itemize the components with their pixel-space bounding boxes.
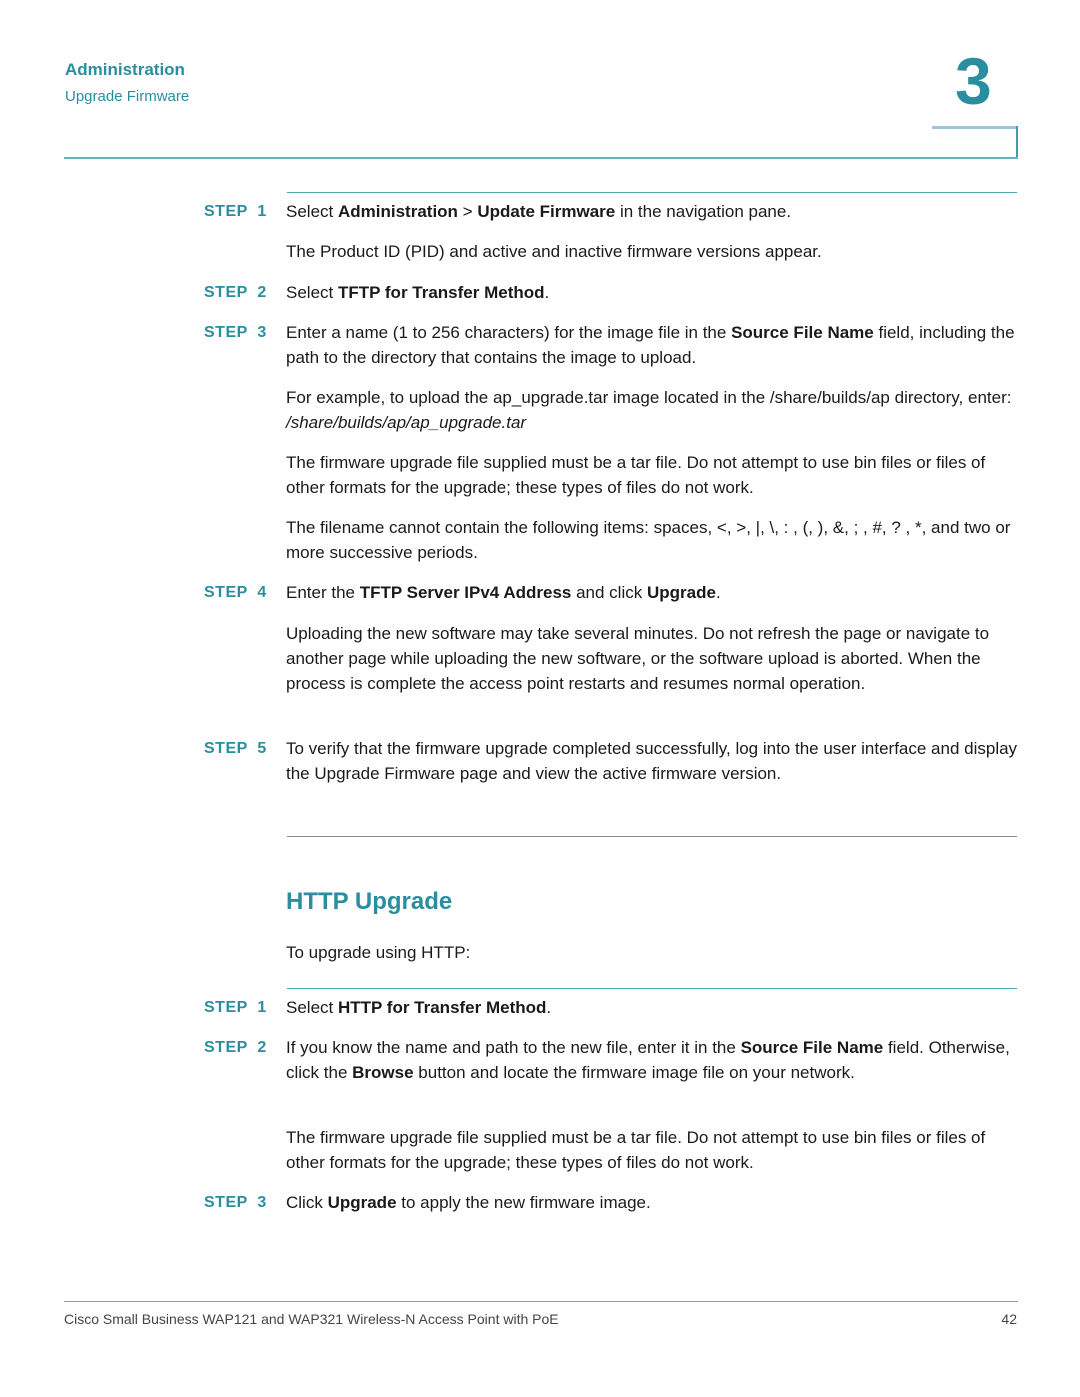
chapter-number: 3 xyxy=(955,44,992,118)
step-instruction: Select TFTP for Transfer Method. xyxy=(286,280,1021,305)
ui-term: TFTP for Transfer Method xyxy=(337,283,545,302)
chapter-box-top-border xyxy=(932,126,1018,129)
ui-term: Update Firmware xyxy=(477,202,616,221)
step-note: The filename cannot contain the followin… xyxy=(286,518,1011,562)
text-run: . xyxy=(715,583,721,602)
step-instruction: Enter a name (1 to 256 characters) for t… xyxy=(286,320,1021,370)
step-note: The Product ID (PID) and active and inac… xyxy=(286,242,822,261)
header-divider xyxy=(64,157,1018,159)
step-instruction: Click Upgrade to apply the new firmware … xyxy=(286,1190,1021,1215)
http-upgrade-heading: HTTP Upgrade xyxy=(286,888,453,915)
step-note: The firmware upgrade file supplied must … xyxy=(286,453,986,497)
text-run: Select xyxy=(286,283,338,302)
page-number: 42 xyxy=(1001,1311,1017,1327)
footer-product-name: Cisco Small Business WAP121 and WAP321 W… xyxy=(64,1311,559,1327)
step-note: The firmware upgrade file supplied must … xyxy=(286,1128,986,1172)
ui-term: Upgrade xyxy=(327,1193,397,1212)
step-label: STEP 1 xyxy=(204,999,267,1016)
text-run: Click xyxy=(286,1193,328,1212)
step-label: STEP 1 xyxy=(204,203,267,220)
steps-bottom-divider xyxy=(287,836,1017,837)
text-run: . xyxy=(544,283,550,302)
text-run: button and locate the firmware image fil… xyxy=(413,1063,855,1082)
example-text: For example, to upload the ap_upgrade.ta… xyxy=(286,388,1012,407)
steps-top-divider xyxy=(287,192,1017,193)
example-path: /share/builds/ap/ap_upgrade.tar xyxy=(286,413,527,432)
ui-term: Administration xyxy=(337,202,458,221)
step-instruction: If you know the name and path to the new… xyxy=(286,1035,1021,1085)
step-label: STEP 3 xyxy=(204,324,267,341)
section-title: Administration xyxy=(65,60,185,79)
text-run: If you know the name and path to the new… xyxy=(286,1038,741,1057)
step-label: STEP 2 xyxy=(204,284,267,301)
http-intro: To upgrade using HTTP: xyxy=(286,943,471,962)
subsection-title: Upgrade Firmware xyxy=(65,88,190,105)
chapter-box-right-border xyxy=(1016,126,1018,159)
text-run: . xyxy=(546,998,552,1017)
footer-divider xyxy=(64,1301,1018,1302)
step-label: STEP 4 xyxy=(204,584,267,601)
text-run: in the navigation pane. xyxy=(615,202,792,221)
text-run: Enter a name (1 to 256 characters) for t… xyxy=(286,323,732,342)
step-note-example: For example, to upload the ap_upgrade.ta… xyxy=(286,385,1021,435)
text-run: To verify that the firmware upgrade comp… xyxy=(286,739,1018,783)
step-instruction: To verify that the firmware upgrade comp… xyxy=(286,736,1021,786)
ui-term: TFTP Server IPv4 Address xyxy=(359,583,572,602)
ui-term: Source File Name xyxy=(740,1038,884,1057)
text-run: Select xyxy=(286,202,338,221)
text-run: > xyxy=(457,202,478,221)
step-instruction: Select Administration > Update Firmware … xyxy=(286,199,1021,224)
step-label: STEP 5 xyxy=(204,740,267,757)
text-run: Enter the xyxy=(286,583,360,602)
ui-term: Source File Name xyxy=(731,323,874,342)
text-run: and click xyxy=(571,583,647,602)
ui-term: Upgrade xyxy=(646,583,716,602)
step-instruction: Enter the TFTP Server IPv4 Address and c… xyxy=(286,580,1021,605)
step-note: Uploading the new software may take seve… xyxy=(286,624,990,693)
ui-term: HTTP for Transfer Method xyxy=(337,998,547,1017)
text-run: Select xyxy=(286,998,338,1017)
step-label: STEP 2 xyxy=(204,1039,267,1056)
text-run: to apply the new firmware image. xyxy=(396,1193,651,1212)
ui-term: Browse xyxy=(352,1063,414,1082)
http-steps-top-divider xyxy=(287,988,1017,989)
step-instruction: Select HTTP for Transfer Method. xyxy=(286,995,1021,1020)
step-label: STEP 3 xyxy=(204,1194,267,1211)
